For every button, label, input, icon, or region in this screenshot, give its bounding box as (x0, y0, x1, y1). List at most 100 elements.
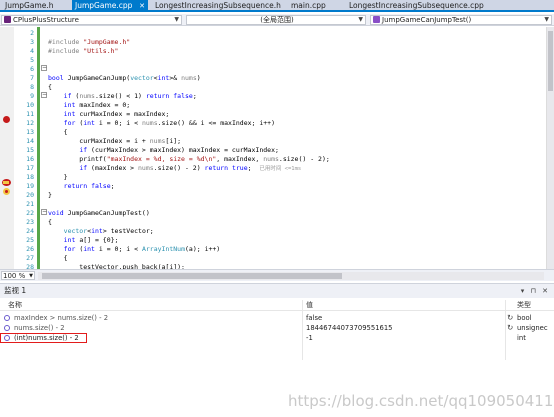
current-statement-breakpoint-icon[interactable] (2, 179, 11, 186)
code-line[interactable]: 23 { (0, 218, 546, 227)
code-text[interactable]: bool JumpGameCanJump(vector<int>& nums) (48, 74, 201, 83)
code-text[interactable]: curMaxIndex = i + nums[i]; (48, 137, 181, 146)
code-line[interactable]: 25 int a[] = {0}; (0, 236, 546, 245)
watch-row[interactable]: maxIndex > nums.size() - 2 false ↻ bool (0, 313, 554, 323)
code-line[interactable]: 4 #include "Utils.h" (0, 47, 546, 56)
code-line[interactable]: 15 if (curMaxIndex > maxIndex) maxIndex … (0, 146, 546, 155)
code-text[interactable]: void JumpGameCanJumpTest() (48, 209, 150, 218)
line-number: 26 (26, 245, 34, 253)
code-line[interactable]: 10 int maxIndex = 0; (0, 101, 546, 110)
project-name: CPlusPlusStructure (13, 16, 79, 24)
code-line[interactable]: 11 int curMaxIndex = maxIndex; (0, 110, 546, 119)
code-text[interactable]: } (48, 173, 68, 182)
code-line[interactable]: 2 (0, 29, 546, 38)
code-line[interactable]: 21 (0, 200, 546, 209)
code-line[interactable]: 17 if (maxIndex > nums.size() - 2) retur… (0, 164, 546, 173)
code-line[interactable]: 7 bool JumpGameCanJump(vector<int>& nums) (0, 74, 546, 83)
vertical-scrollbar[interactable] (546, 27, 554, 269)
code-text[interactable]: { (48, 254, 68, 263)
code-text[interactable]: for (int i = 0; i < ArrayIntNum(a); i++) (48, 245, 221, 254)
tab-jumpgame-h[interactable]: JumpGame.h (2, 0, 64, 12)
code-text[interactable]: for (int i = 0; i < nums.size() && i <= … (48, 119, 275, 128)
line-number: 7 (30, 74, 34, 82)
watch-expression[interactable]: nums.size() - 2 (14, 323, 299, 333)
code-line[interactable]: 12 for (int i = 0; i < nums.size() && i … (0, 119, 546, 128)
watch-expression[interactable]: (int)nums.size() - 2 (14, 333, 299, 343)
scrollbar-thumb[interactable] (42, 273, 342, 279)
column-header-value[interactable]: 值 (306, 300, 313, 311)
tab-main-cpp[interactable]: main.cpp (288, 0, 338, 12)
code-line[interactable]: 27 { (0, 254, 546, 263)
refresh-icon[interactable]: ↻ (507, 323, 513, 333)
code-text[interactable]: int curMaxIndex = maxIndex; (48, 110, 170, 119)
scrollbar-thumb[interactable] (548, 31, 553, 91)
tab-label: JumpGame.h (5, 1, 54, 10)
watermark: https://blog.csdn.net/qq1090504117 (288, 392, 554, 410)
code-line[interactable]: 24 vector<int> testVector; (0, 227, 546, 236)
watch-value[interactable]: 18446744073709551615 (306, 323, 501, 333)
code-text[interactable]: int a[] = {0}; (48, 236, 119, 245)
fold-toggle[interactable]: − (41, 65, 47, 71)
code-text[interactable]: return false; (48, 182, 115, 191)
watch-expression[interactable]: maxIndex > nums.size() - 2 (14, 313, 299, 323)
tab-longestincreasingsubsequence-h[interactable]: LongestIncreasingSubsequence.h (152, 0, 282, 12)
code-line[interactable]: 14 curMaxIndex = i + nums[i]; (0, 137, 546, 146)
horizontal-scrollbar[interactable] (38, 272, 544, 280)
tab-label: LongestIncreasingSubsequence.h (155, 1, 281, 10)
line-number: 10 (26, 101, 34, 109)
code-text[interactable]: printf("maxIndex = %d, size = %d\n", max… (48, 155, 329, 164)
tab-jumpgame-cpp[interactable]: JumpGame.cpp ✕ (72, 0, 148, 12)
breakpoint-icon[interactable] (3, 116, 10, 123)
code-text[interactable]: #include "JumpGame.h" (48, 38, 130, 47)
code-line[interactable]: 19 return false; (0, 182, 546, 191)
code-line[interactable]: 6 (0, 65, 546, 74)
project-dropdown[interactable]: CPlusPlusStructure ▼ (1, 15, 182, 25)
code-line[interactable]: 22 void JumpGameCanJumpTest() (0, 209, 546, 218)
fold-toggle[interactable]: − (41, 92, 47, 98)
line-number: 23 (26, 218, 34, 226)
close-icon[interactable]: ✕ (139, 0, 145, 12)
document-tab-strip: JumpGame.h JumpGame.cpp ✕ LongestIncreasi… (0, 0, 554, 12)
function-name: JumpGameCanJumpTest() (382, 16, 472, 24)
code-line[interactable]: 8{ (0, 83, 546, 92)
code-editor[interactable]: 2 3 #include "JumpGame.h" 4 #include "Utils.… (0, 27, 554, 269)
watch-row-highlighted[interactable]: (int)nums.size() - 2 -1 int (0, 333, 554, 343)
refresh-icon[interactable]: ↻ (507, 313, 513, 323)
code-text[interactable]: #include "Utils.h" (48, 47, 118, 56)
code-line[interactable]: 3 #include "JumpGame.h" (0, 38, 546, 47)
panel-window-controls[interactable]: ▾ ⊓ ✕ (521, 284, 550, 298)
code-line[interactable]: 5 (0, 56, 546, 65)
code-text[interactable]: if (nums.size() < 1) return false; (48, 92, 197, 101)
code-text[interactable]: { (48, 83, 52, 92)
code-line[interactable]: 20} (0, 191, 546, 200)
line-number: 8 (30, 83, 34, 91)
code-text[interactable]: int maxIndex = 0; (48, 101, 131, 110)
code-text[interactable]: { (48, 218, 52, 227)
function-dropdown[interactable]: JumpGameCanJumpTest() ▼ (370, 15, 552, 25)
watch-value[interactable]: false (306, 313, 501, 323)
code-line[interactable]: 26 for (int i = 0; i < ArrayIntNum(a); i… (0, 245, 546, 254)
chevron-down-icon: ▼ (174, 16, 179, 23)
code-line[interactable]: 18 } (0, 173, 546, 182)
watch-type: int (517, 334, 526, 342)
watch-panel-title: 监视 1 ▾ ⊓ ✕ (0, 284, 554, 298)
column-header-type[interactable]: 类型 (517, 300, 531, 311)
code-line[interactable]: 16 printf("maxIndex = %d, size = %d\n", … (0, 155, 546, 164)
conditional-breakpoint-icon[interactable] (3, 188, 10, 195)
scope-label: (全局范围) (260, 16, 294, 24)
code-text[interactable]: if (curMaxIndex > maxIndex) maxIndex = c… (48, 146, 279, 155)
scope-dropdown[interactable]: (全局范围) ▼ (186, 15, 366, 25)
chevron-down-icon: ▼ (544, 16, 549, 23)
zoom-level: 100 % (3, 272, 26, 280)
watch-row[interactable]: nums.size() - 2 18446744073709551615 ↻ u… (0, 323, 554, 333)
code-text[interactable]: } (48, 191, 52, 200)
zoom-dropdown[interactable]: 100 % ▼ (1, 271, 35, 280)
code-text[interactable]: { (48, 128, 68, 137)
code-line[interactable]: 9 if (nums.size() < 1) return false; (0, 92, 546, 101)
tab-longestincreasingsubsequence-cpp[interactable]: LongestIncreasingSubsequence.cpp (346, 0, 496, 12)
column-header-name[interactable]: 名称 (8, 300, 22, 311)
code-text[interactable]: vector<int> testVector; (48, 227, 154, 236)
fold-toggle[interactable]: − (41, 209, 47, 215)
watch-value[interactable]: -1 (306, 333, 501, 343)
code-line[interactable]: 13 { (0, 128, 546, 137)
